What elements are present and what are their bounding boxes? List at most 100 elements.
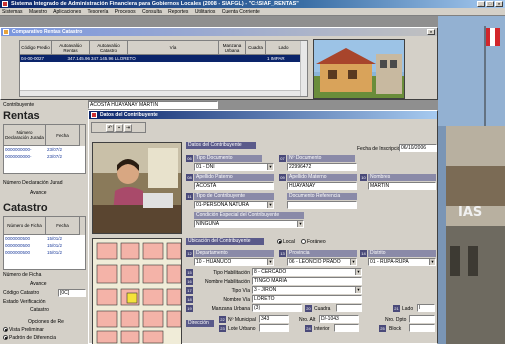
avance2-label: Avance	[30, 281, 47, 287]
menu-aplicaciones[interactable]: Aplicaciones	[53, 9, 81, 15]
depto-select[interactable]: 10 - HUANUCO ▼	[194, 258, 274, 266]
lote-field[interactable]	[259, 324, 289, 332]
cuadra-field[interactable]	[336, 304, 362, 312]
depto-value: 10 - HUANUCO	[196, 259, 232, 265]
tipo-doc-select[interactable]: 01 - DNI ▼	[194, 163, 274, 171]
block-field[interactable]	[409, 324, 435, 332]
menu-reportes[interactable]: Reportes	[168, 9, 188, 15]
menu-utilitarios[interactable]: Utilitarios	[195, 9, 216, 15]
fecha-inscripcion-field[interactable]: 06/10/2006	[399, 144, 437, 152]
table-row[interactable]: 0000000000- 23/07/2	[4, 153, 85, 160]
cell	[219, 55, 246, 62]
col-lado[interactable]: Lado	[266, 41, 302, 55]
field-number: 25	[379, 325, 386, 332]
chevron-down-icon[interactable]: ▼	[297, 221, 303, 227]
direccion-label: Dirección	[186, 320, 214, 327]
estado2-label: Catastro	[30, 307, 49, 313]
lado-field[interactable]: I	[417, 304, 435, 312]
local-radio[interactable]: Local	[277, 239, 295, 245]
col-numero-ficha[interactable]: Número de Ficha	[4, 217, 46, 235]
save-icon[interactable]: ▪	[115, 124, 123, 132]
dist-select[interactable]: 01 - RUPA-RUPA ▼	[368, 258, 436, 266]
option-vista-preliminar[interactable]: Vista Preliminar	[3, 327, 44, 333]
grid-row-selected[interactable]: 04-00-0027 347.145.96 347.145.96 LLORETO…	[20, 55, 307, 62]
prov-label: Provincia	[287, 250, 357, 257]
datos-section-header: Datos del Contribuyente	[186, 142, 256, 149]
opciones-label: Opciones de Re	[28, 319, 64, 325]
comparativo-close-button[interactable]: ×	[427, 29, 435, 35]
cond-label: Condición Especial del Contribuyente	[194, 212, 304, 219]
nom-via-field[interactable]: LORETO	[252, 295, 362, 303]
prov-select[interactable]: 06 - LEONCIO PRADO ▼	[287, 258, 357, 266]
foraneo-radio[interactable]: Foráneo	[301, 239, 326, 245]
chevron-down-icon[interactable]: ▼	[355, 287, 361, 293]
menu-procesos[interactable]: Procesos	[115, 9, 136, 15]
doc-ref-field[interactable]	[287, 201, 357, 209]
col-fecha[interactable]: Fecha	[46, 217, 80, 235]
codcat-field[interactable]: [0C]	[58, 289, 86, 297]
maximize-button[interactable]: □	[486, 1, 494, 7]
minimize-button[interactable]: _	[477, 1, 485, 7]
menu-consulta[interactable]: Consulta	[142, 9, 162, 15]
left-panel: Contribuyente Rentas Número Declaración …	[0, 100, 88, 344]
nrodpto-field[interactable]	[409, 315, 435, 323]
ap-mat-field[interactable]: HUAYANAY	[287, 182, 357, 190]
horizontal-scrollbar[interactable]	[20, 90, 300, 96]
tipo-hab-select[interactable]: 8 - CERCADO ▼	[252, 268, 362, 276]
nroalt-field[interactable]: D/-1043	[319, 315, 359, 323]
chevron-down-icon[interactable]: ▼	[267, 202, 273, 208]
mz-field[interactable]: (3)	[252, 304, 302, 312]
exit-icon[interactable]: ⇥	[124, 124, 132, 132]
chevron-down-icon[interactable]: ▼	[350, 259, 356, 265]
avance-label: Avance	[30, 190, 47, 196]
cell: 0000000000-	[5, 154, 32, 159]
col-autoavaluo-rentas[interactable]: Autoavalúo Rentas	[52, 41, 90, 55]
nom-hab-field[interactable]: TINGO MARIA	[252, 277, 362, 285]
table-row[interactable]: 0000000500 15/01/2	[4, 249, 85, 256]
chevron-down-icon[interactable]: ▼	[429, 259, 435, 265]
contrib-name-field[interactable]: ACOSTA HUAYANAY MARTIN	[88, 101, 218, 109]
tipo-contrib-select[interactable]: 01-PERSONA NATURA ▼	[194, 201, 274, 209]
app-icon	[2, 1, 8, 7]
interior-field[interactable]	[334, 324, 359, 332]
nombres-field[interactable]: MARTIN	[368, 182, 436, 190]
table-row[interactable]: 0000000500 15/01/2	[4, 242, 85, 249]
ap-pat-field[interactable]: ACOSTA	[194, 182, 274, 190]
cond-select[interactable]: NINGUNA ▼	[194, 220, 304, 228]
ap-pat-label: Apellido Paterno	[194, 174, 274, 181]
field-number: 24	[305, 325, 312, 332]
cadastral-map	[92, 238, 182, 344]
tipo-via-select[interactable]: 3 - JIRON ▼	[252, 286, 362, 294]
col-cuadra[interactable]: Cuadra	[246, 41, 266, 55]
chevron-down-icon[interactable]: ▼	[267, 164, 273, 170]
ubicacion-section-header: Ubicación del Contribuyente	[186, 238, 264, 245]
menu-cuenta-corriente[interactable]: Cuenta Corriente	[222, 9, 260, 15]
col-fecha[interactable]: Fecha	[46, 125, 80, 146]
menu-maestro[interactable]: Maestro	[29, 9, 47, 15]
col-autoavaluo-catastro[interactable]: Autoavalúo Catastro	[90, 41, 128, 55]
chevron-down-icon[interactable]: ▼	[355, 269, 361, 275]
app-title-bar: Sistema Integrado de Administración Fina…	[0, 0, 505, 8]
ap-mat-label: Apellido Materno	[287, 174, 357, 181]
col-numero-dj[interactable]: Número Declaración Jurada	[4, 125, 46, 146]
nmun-field[interactable]: 343	[259, 315, 289, 323]
col-via[interactable]: Vía	[128, 41, 219, 55]
undo-icon[interactable]: ↶	[106, 124, 114, 132]
chevron-down-icon[interactable]: ▼	[267, 259, 273, 265]
option-padron[interactable]: Padrón de Diferencia	[3, 335, 56, 341]
dist-value: 01 - RUPA-RUPA	[370, 259, 409, 265]
col-codigo-predio[interactable]: Código Predio	[20, 41, 52, 55]
nroalt-label: Nro. Alt	[299, 317, 316, 323]
prov-value: 06 - LEONCIO PRADO	[289, 259, 341, 265]
vertical-scrollbar[interactable]	[300, 41, 307, 96]
menu-sistemas[interactable]: Sistemas	[2, 9, 23, 15]
field-number: 20	[305, 305, 312, 312]
col-manzana-urbana[interactable]: Manzana Urbana	[219, 41, 246, 55]
ndoc-field[interactable]: 22996472	[287, 163, 357, 171]
table-row[interactable]: 0000000000- 23/07/2	[4, 146, 85, 153]
menu-tesoreria[interactable]: Tesorería	[88, 9, 109, 15]
close-button[interactable]: ×	[495, 1, 503, 7]
field-number: 06	[186, 155, 193, 162]
table-row[interactable]: 0000000500 15/01/2	[4, 235, 85, 242]
comparativo-title-bar: Comparativo Rentas Catastro ×	[1, 28, 437, 36]
